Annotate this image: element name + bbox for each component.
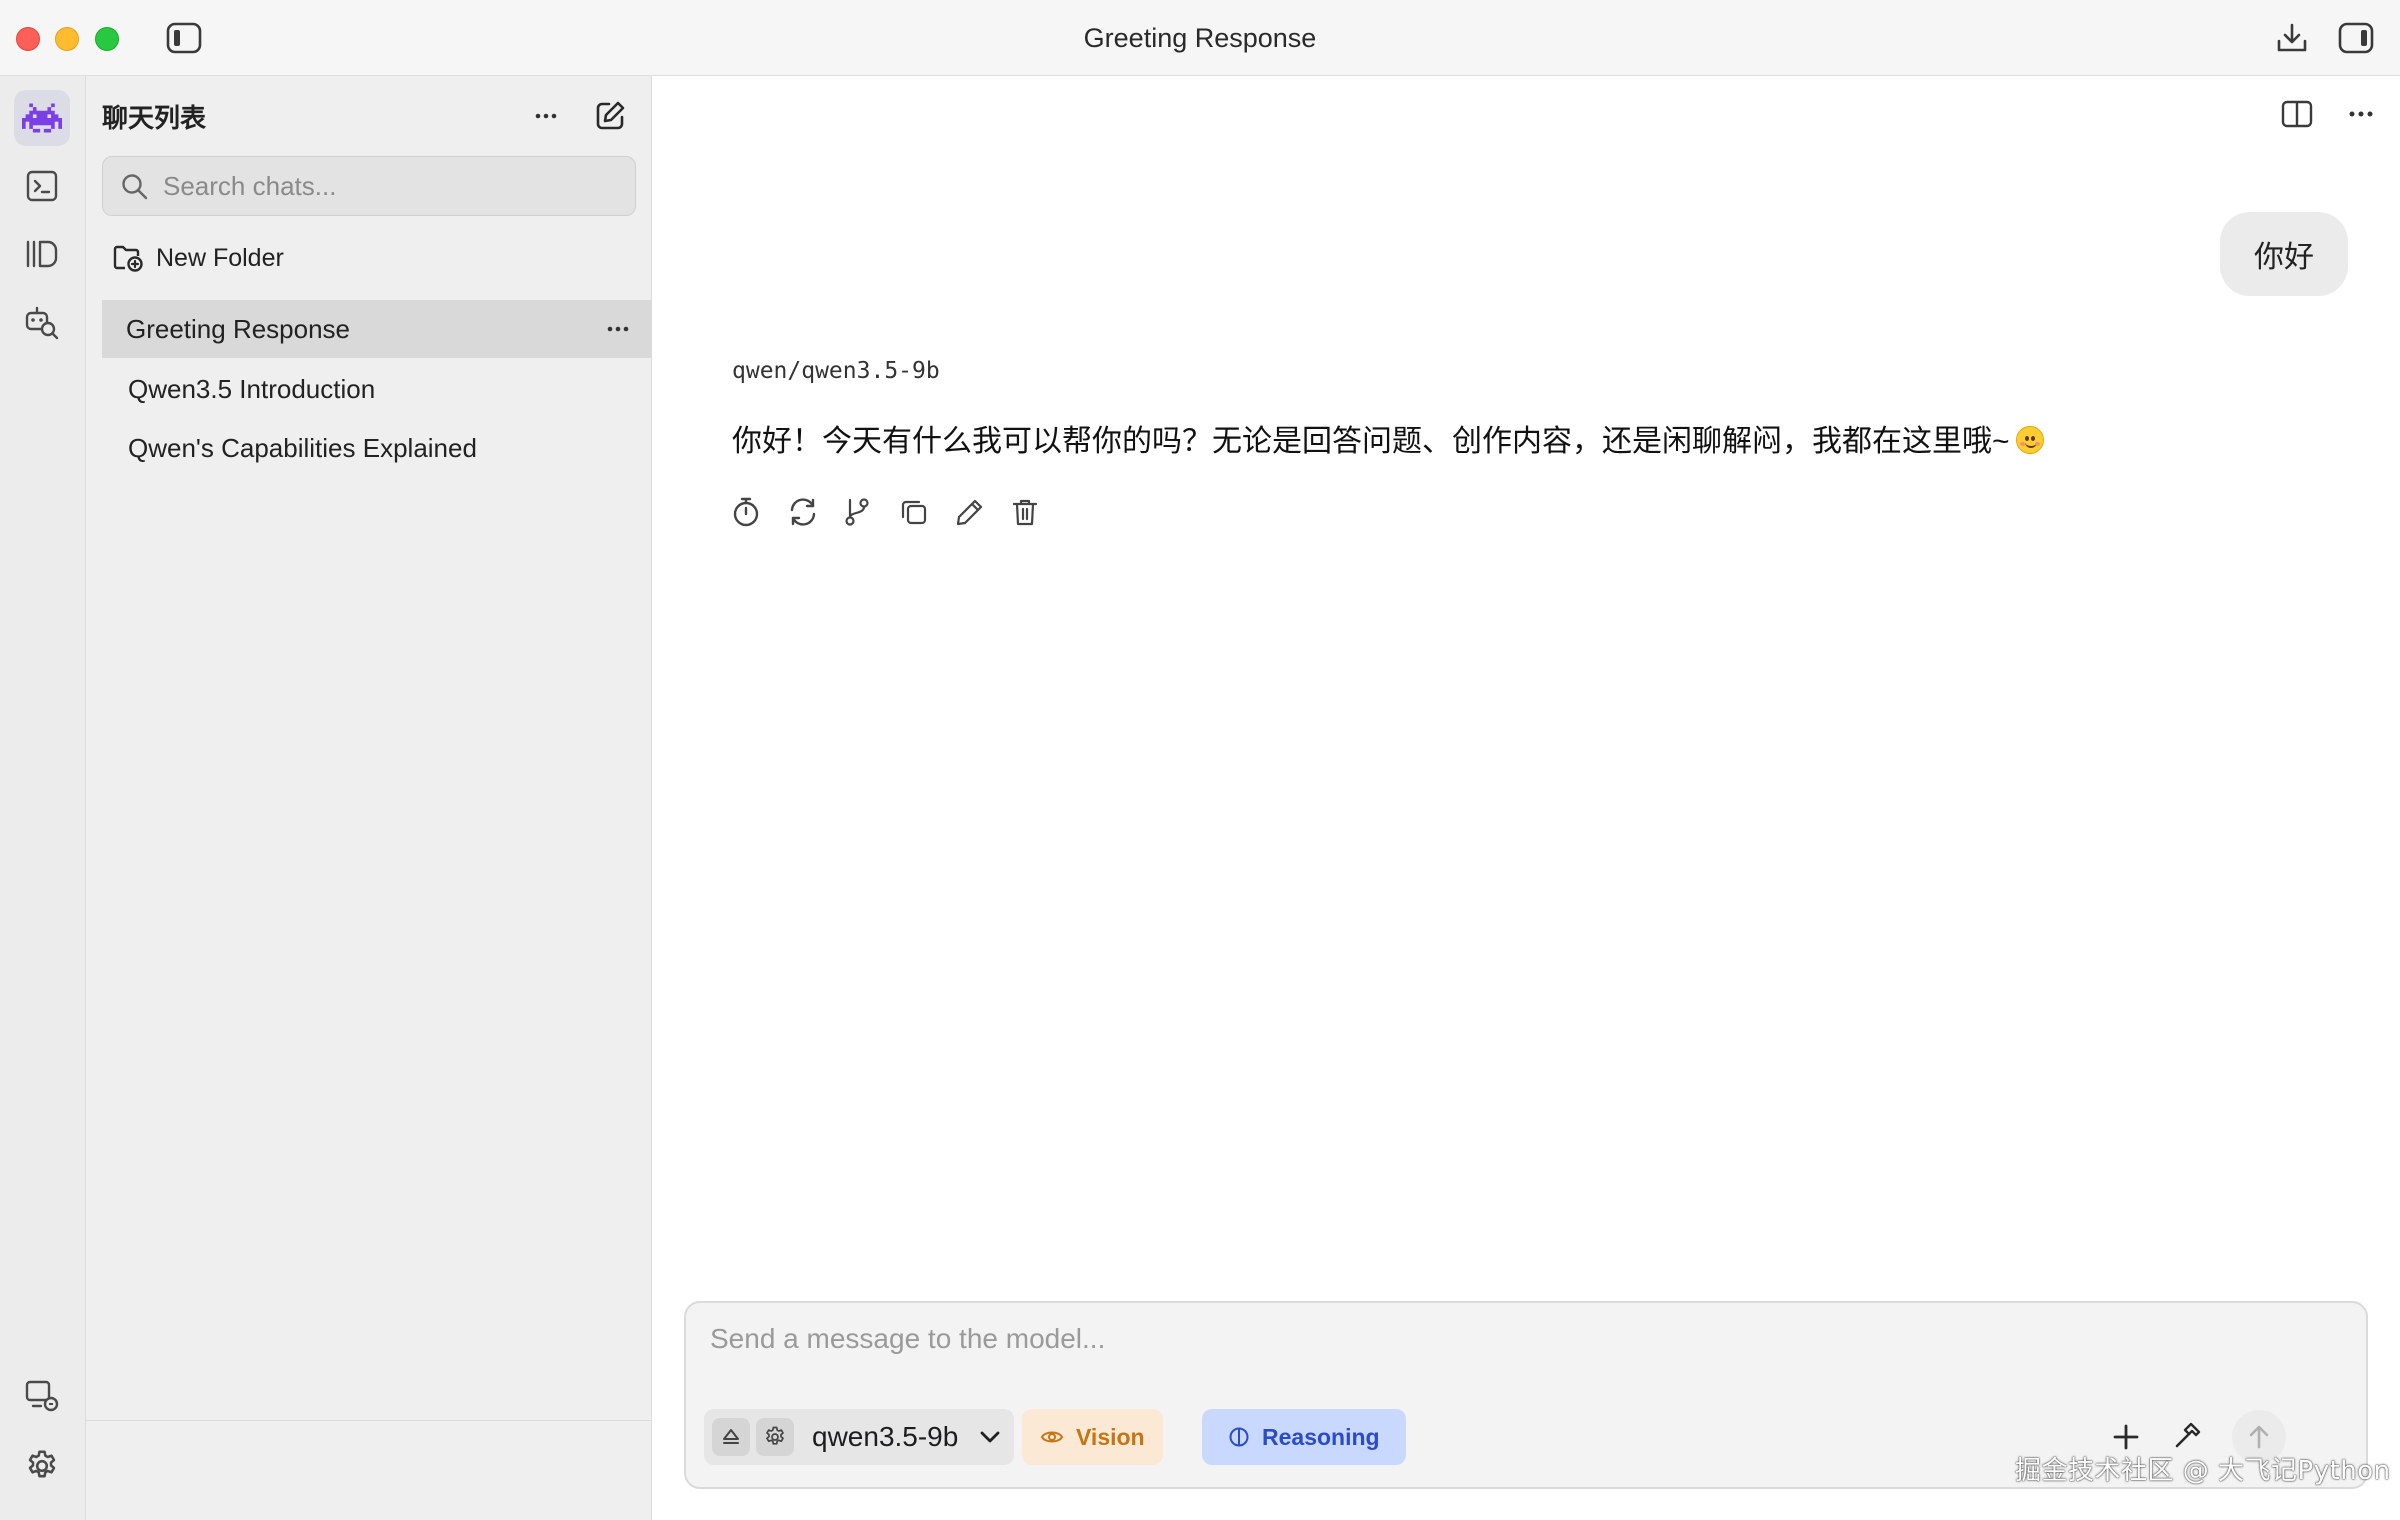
brain-icon <box>1228 1426 1250 1448</box>
plus-icon <box>2111 1422 2141 1452</box>
edit-button[interactable] <box>953 490 1009 534</box>
chat-title: Qwen's Capabilities Explained <box>128 432 477 463</box>
zoom-window-button[interactable] <box>95 27 119 51</box>
robot-search-icon <box>23 303 61 341</box>
smiling-face-emoji-icon <box>2015 426 2044 454</box>
title-bar: Greeting Response <box>0 0 2400 76</box>
space-invader-icon <box>22 102 62 134</box>
new-folder-button[interactable]: New Folder <box>112 238 284 278</box>
split-view-icon <box>2281 99 2313 129</box>
chat-title: Qwen3.5 Introduction <box>128 373 376 404</box>
vision-label: Vision <box>1076 1423 1145 1450</box>
copy-icon <box>899 497 929 527</box>
user-message-text: 你好 <box>2254 241 2314 274</box>
pencil-icon <box>955 497 985 527</box>
new-folder-label: New Folder <box>156 243 284 272</box>
watermark: 掘金技术社区 @ 大飞记Python <box>2015 1456 2391 1486</box>
arrow-up-icon <box>2246 1423 2272 1451</box>
model-selector-label: qwen3.5-9b <box>812 1421 959 1452</box>
stopwatch-icon <box>731 496 761 528</box>
reasoning-label: Reasoning <box>1262 1423 1380 1450</box>
new-chat-button[interactable] <box>588 94 632 138</box>
developer-nav-button[interactable] <box>14 1368 70 1424</box>
assistant-message: 你好！今天有什么我可以帮你的吗？无论是回答问题、创作内容，还是闲聊解闷，我都在这… <box>732 420 2332 464</box>
chat-more-options-button[interactable] <box>2339 92 2383 136</box>
branch-button[interactable] <box>841 490 897 534</box>
library-icon <box>24 238 60 270</box>
regenerate-button[interactable] <box>785 490 841 534</box>
model-settings-button[interactable] <box>756 1418 794 1456</box>
ellipsis-icon <box>534 112 558 120</box>
close-window-button[interactable] <box>16 27 40 51</box>
model-selector[interactable]: qwen3.5-9b <box>704 1409 1014 1465</box>
delete-button[interactable] <box>1009 490 1065 534</box>
model-search-nav-button[interactable] <box>14 294 70 350</box>
compose-icon <box>594 100 626 132</box>
toggle-sidebar-icon[interactable] <box>164 18 204 58</box>
eye-icon <box>1040 1428 1064 1446</box>
sidebar-divider <box>86 1420 652 1421</box>
stats-timer-button[interactable] <box>729 490 785 534</box>
chat-list-item[interactable]: Greeting Response <box>102 300 652 358</box>
user-message-bubble: 你好 <box>2220 212 2348 296</box>
sidebar-title: 聊天列表 <box>102 103 207 133</box>
reasoning-toggle[interactable]: Reasoning <box>1202 1409 1406 1465</box>
search-icon <box>119 171 151 203</box>
terminal-icon <box>25 169 59 203</box>
ellipsis-icon <box>2348 110 2374 118</box>
chat-list-sidebar: 聊天列表 New Folder Greeting Response Qwen3.… <box>86 76 652 1520</box>
window-title: Greeting Response <box>1083 22 1317 53</box>
library-nav-button[interactable] <box>14 226 70 282</box>
chat-list-item[interactable]: Qwen3.5 Introduction <box>102 360 652 418</box>
split-view-button[interactable] <box>2275 92 2319 136</box>
terminal-nav-button[interactable] <box>14 158 70 214</box>
icon-rail <box>0 76 86 1520</box>
sidebar-more-button[interactable] <box>524 94 568 138</box>
chat-title: Greeting Response <box>126 313 351 344</box>
message-actions <box>729 490 1065 534</box>
chat-more-button[interactable] <box>602 314 634 344</box>
chat-list-item[interactable]: Qwen's Capabilities Explained <box>102 419 652 477</box>
chevron-down-icon <box>978 1429 1002 1445</box>
developer-icon <box>23 1378 61 1414</box>
assistant-model-name: qwen/qwen3.5-9b <box>732 358 940 384</box>
chat-nav-button[interactable] <box>14 90 70 146</box>
chat-search-box <box>102 156 636 216</box>
chat-main-panel: 你好 qwen/qwen3.5-9b 你好！今天有什么我可以帮你的吗？无论是回答… <box>653 76 2400 1520</box>
settings-nav-button[interactable] <box>14 1438 70 1494</box>
git-branch-icon <box>843 497 871 527</box>
copy-button[interactable] <box>897 490 953 534</box>
minimize-window-button[interactable] <box>55 27 79 51</box>
folder-add-icon <box>112 243 144 273</box>
trash-icon <box>1011 497 1039 527</box>
vision-capability-badge[interactable]: Vision <box>1022 1409 1163 1465</box>
refresh-icon <box>787 497 819 527</box>
eject-model-button[interactable] <box>712 1418 750 1456</box>
gear-icon <box>24 1448 60 1484</box>
search-input[interactable] <box>163 157 623 215</box>
toggle-right-panel-icon[interactable] <box>2336 18 2376 58</box>
download-icon[interactable] <box>2272 18 2312 58</box>
message-input[interactable] <box>710 1323 2310 1383</box>
assistant-message-text: 你好！今天有什么我可以帮你的吗？无论是回答问题、创作内容，还是闲聊解闷，我都在这… <box>732 425 2010 458</box>
hammer-icon <box>2172 1419 2204 1451</box>
